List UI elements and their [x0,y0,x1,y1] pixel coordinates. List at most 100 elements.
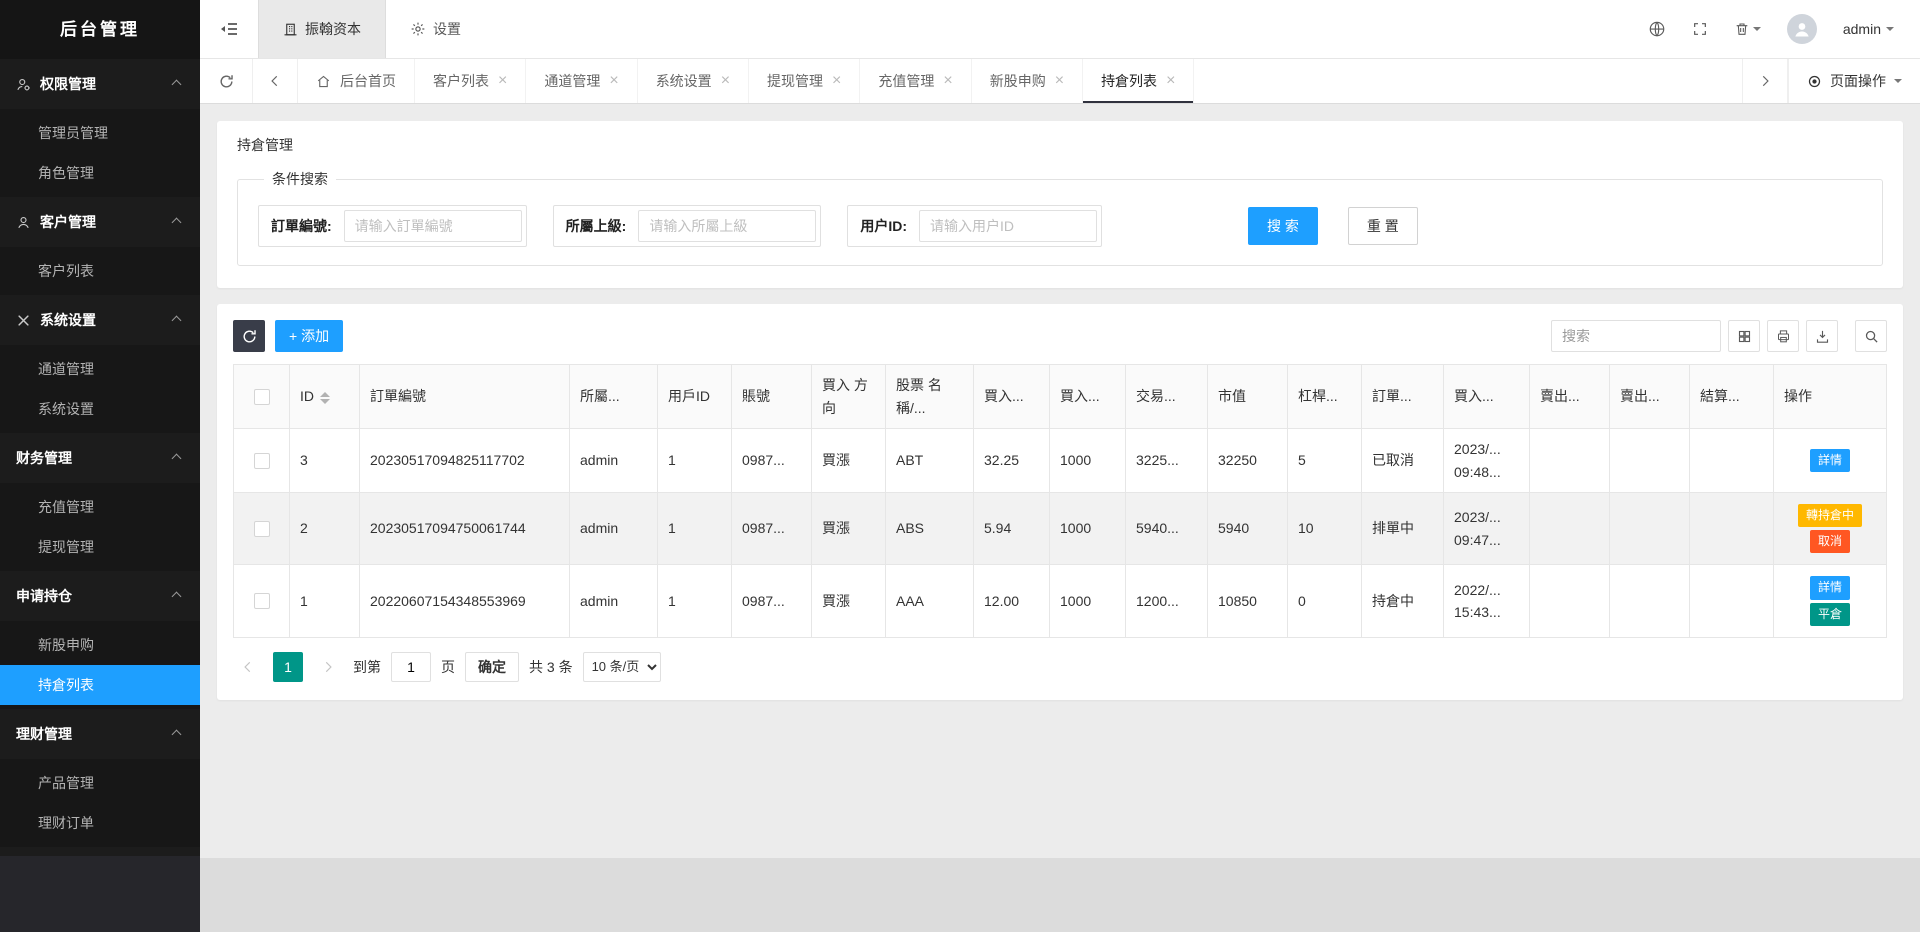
sidebar-item[interactable]: 系统设置 [0,389,200,429]
sidebar-section[interactable]: 系统设置 [0,295,200,345]
sidebar-section[interactable]: 权限管理 [0,59,200,109]
tab-page[interactable]: 新股申购× [972,59,1083,103]
column-header[interactable]: 用戶ID [658,365,732,429]
sidebar-item[interactable]: 提现管理 [0,527,200,567]
sidebar-item[interactable]: 持倉列表 [0,665,200,705]
sidebar-section[interactable]: 财务管理 [0,433,200,483]
table-refresh-button[interactable] [233,320,265,352]
row-checkbox[interactable] [254,453,270,469]
tab-page[interactable]: 通道管理× [526,59,637,103]
column-header[interactable]: 買入... [974,365,1050,429]
sidebar-item[interactable]: 通道管理 [0,349,200,389]
sidebar-item[interactable]: 充值管理 [0,487,200,527]
row-checkbox[interactable] [254,521,270,537]
column-header[interactable]: 賣出... [1610,365,1690,429]
tab-page[interactable]: 系统设置× [638,59,749,103]
sidebar-item[interactable]: 管理员管理 [0,113,200,153]
column-header[interactable]: 訂單編號 [360,365,570,429]
print-button[interactable] [1767,320,1799,352]
column-header[interactable]: ID [290,365,360,429]
table-search-button[interactable] [1855,320,1887,352]
column-header[interactable]: 買入... [1050,365,1126,429]
prev-page-button[interactable] [233,652,263,682]
user-menu[interactable]: admin [1843,21,1894,37]
sort-icon[interactable] [320,392,330,404]
search-button[interactable]: 搜 索 [1248,207,1318,245]
column-header-label: 買入... [1454,388,1494,404]
clear-cache-dropdown[interactable] [1734,21,1761,37]
column-header[interactable]: 操作 [1774,365,1887,429]
table-cell: admin [570,429,658,493]
sidebar-item[interactable]: 理财订单 [0,803,200,843]
row-action-button[interactable]: 取消 [1810,530,1850,553]
sidebar-item[interactable]: 产品管理 [0,763,200,803]
sidebar-section[interactable]: 申请持仓 [0,571,200,621]
language-globe-icon[interactable] [1648,20,1666,38]
column-header[interactable]: 結算... [1690,365,1774,429]
tab-page[interactable]: 提现管理× [749,59,860,103]
reset-button[interactable]: 重 置 [1348,207,1418,245]
column-header[interactable]: 訂單... [1362,365,1444,429]
close-icon[interactable]: × [1166,73,1175,89]
sidebar-collapse-button[interactable] [200,0,258,58]
row-action-button[interactable]: 詳情 [1810,576,1850,599]
tab-page[interactable]: 充值管理× [860,59,971,103]
filter-input[interactable] [919,210,1097,242]
column-header[interactable]: 交易... [1126,365,1208,429]
column-header[interactable]: 所屬... [570,365,658,429]
add-button[interactable]: + 添加 [275,320,343,352]
columns-filter-button[interactable] [1728,320,1760,352]
top-module-tab[interactable]: 振翰资本 [258,0,386,58]
row-checkbox[interactable] [254,593,270,609]
confirm-button[interactable]: 确定 [465,652,519,682]
close-icon[interactable]: × [943,73,952,89]
column-header[interactable]: 股票 名稱/... [886,365,974,429]
page-operations-label: 页面操作 [1830,71,1886,91]
main-column: 振翰资本 设置 admin [200,0,1920,932]
export-button[interactable] [1806,320,1838,352]
sidebar-item[interactable]: 新股申购 [0,625,200,665]
avatar[interactable] [1787,14,1817,44]
fullscreen-icon[interactable] [1692,21,1708,37]
next-page-button[interactable] [313,652,343,682]
tabs-scroll-left[interactable] [252,59,298,103]
row-action-button[interactable]: 詳情 [1810,449,1850,472]
row-action-button[interactable]: 平倉 [1810,603,1850,626]
page-size-select[interactable]: 10 条/页 [583,652,661,682]
filter-input[interactable] [344,210,522,242]
row-action-button[interactable]: 轉持倉中 [1798,504,1862,527]
close-icon[interactable]: × [609,73,618,89]
table-search-input[interactable] [1551,320,1721,352]
column-header[interactable]: 買入 方向 [812,365,886,429]
close-icon[interactable]: × [832,73,841,89]
tab-page[interactable]: 持倉列表× [1083,59,1194,103]
page-operations-dropdown[interactable]: 页面操作 [1788,59,1920,103]
column-header[interactable]: 杠桿... [1288,365,1362,429]
sidebar-section[interactable]: 理财管理 [0,709,200,759]
select-all-checkbox[interactable] [254,389,270,405]
refresh-tab-button[interactable] [200,59,252,103]
column-header[interactable]: 賬號 [732,365,812,429]
tabs-scroll-right[interactable] [1742,59,1788,103]
sidebar-section[interactable]: 客户管理 [0,197,200,247]
building-icon [283,22,298,37]
sidebar-group: 通道管理系统设置 [0,345,200,433]
tab-home[interactable]: 后台首页 [298,59,415,103]
page-label: 页 [441,657,455,677]
table-cell: 1000 [1050,565,1126,637]
column-header[interactable]: 市值 [1208,365,1288,429]
sidebar-item[interactable]: 角色管理 [0,153,200,193]
column-header[interactable]: 買入... [1444,365,1530,429]
top-settings-tab[interactable]: 设置 [386,0,485,58]
goto-page-input[interactable] [391,652,431,682]
chevron-up-icon [172,315,182,325]
close-icon[interactable]: × [721,73,730,89]
sidebar-item[interactable]: 客户列表 [0,251,200,291]
filter-input[interactable] [638,210,816,242]
current-page[interactable]: 1 [273,652,303,682]
column-header[interactable]: 賣出... [1530,365,1610,429]
close-icon[interactable]: × [498,73,507,89]
close-icon[interactable]: × [1055,73,1064,89]
chevron-right-icon [321,660,335,674]
tab-page[interactable]: 客户列表× [415,59,526,103]
